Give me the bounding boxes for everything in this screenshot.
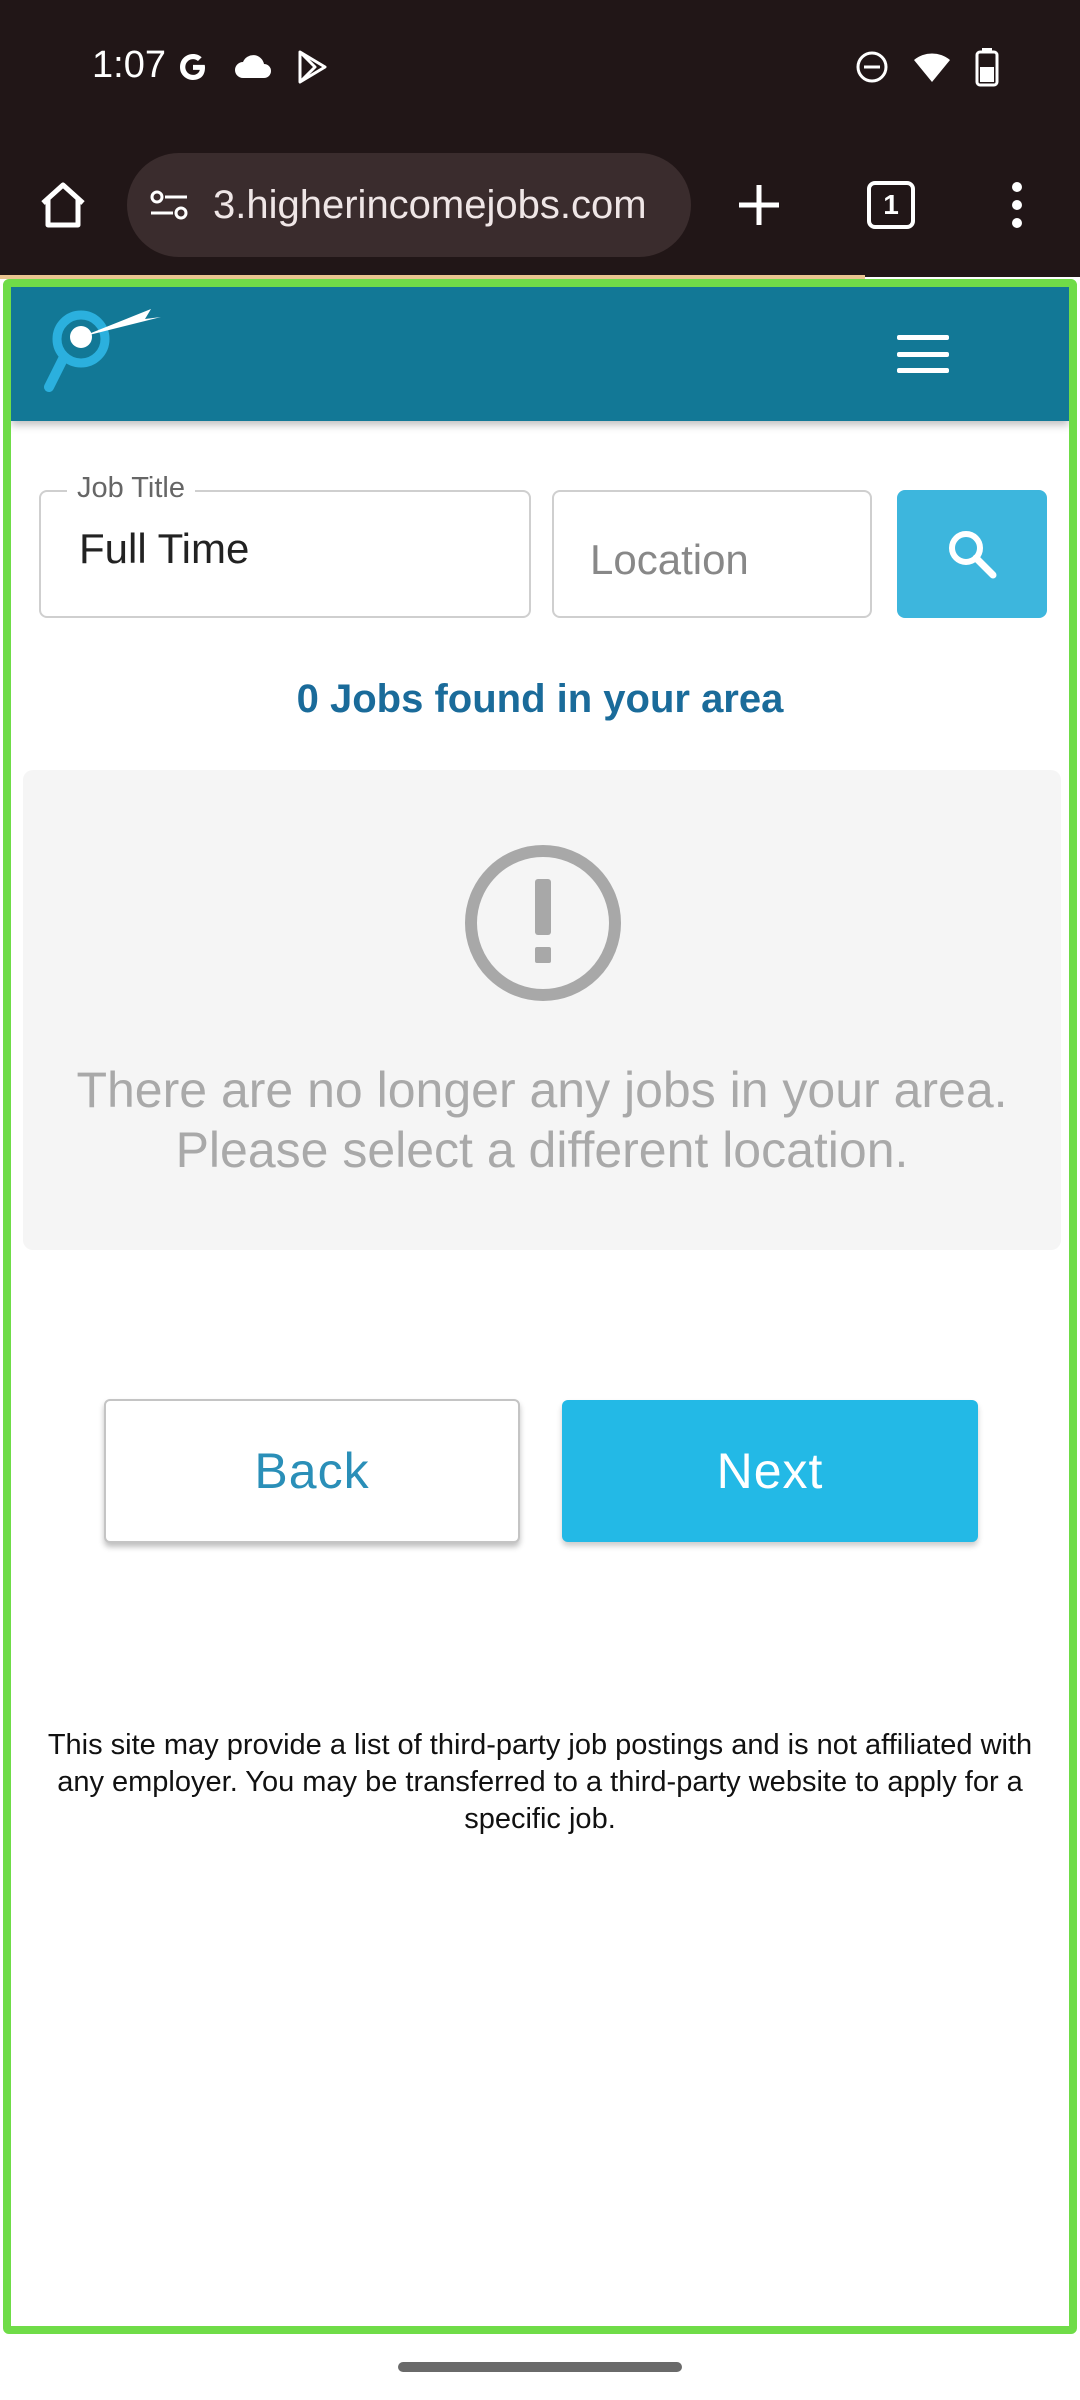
tab-count-icon: 1 [867, 181, 915, 229]
magnifier-logo-icon [44, 309, 161, 392]
job-title-value: Full Time [79, 525, 250, 572]
status-bar: 1:07 [0, 0, 1080, 135]
site-logo[interactable] [41, 301, 171, 406]
home-icon [41, 182, 85, 228]
back-button[interactable]: Back [104, 1399, 520, 1543]
new-tab-button[interactable] [711, 157, 807, 253]
job-title-label: Job Title [67, 472, 195, 505]
location-field[interactable]: Location [552, 490, 872, 618]
google-icon [180, 54, 205, 80]
hamburger-line [897, 351, 949, 357]
job-title-field[interactable]: Job Title Full Time [39, 472, 531, 618]
battery-icon [975, 48, 999, 87]
web-content: Job Title Full Time Location 0 Jobs foun… [3, 279, 1077, 2334]
plus-icon [739, 185, 779, 225]
gesture-home-indicator[interactable] [398, 2362, 682, 2372]
jobs-found-count: 0 Jobs found in your area [296, 677, 784, 721]
more-vert-icon [1012, 182, 1022, 228]
search-icon [949, 531, 997, 579]
next-button[interactable]: Next [562, 1400, 978, 1542]
tab-count: 1 [883, 189, 899, 220]
address-bar[interactable]: 3.higherincomejobs.com [127, 153, 691, 257]
status-time: 1:07 [92, 44, 166, 86]
cloud-icon [235, 55, 271, 78]
search-button[interactable] [897, 490, 1047, 618]
site-settings-icon [150, 190, 188, 220]
alert-icon [465, 845, 621, 1001]
site-header [11, 287, 1069, 421]
home-button[interactable] [15, 157, 111, 253]
tab-switcher-button[interactable]: 1 [843, 157, 939, 253]
status-right-icons [854, 44, 1000, 90]
menu-button[interactable] [969, 157, 1065, 253]
location-placeholder: Location [590, 536, 749, 583]
do-not-disturb-icon [856, 51, 888, 83]
hamburger-line [897, 368, 949, 373]
hamburger-menu-button[interactable] [893, 329, 953, 379]
hamburger-line [897, 335, 949, 340]
empty-results-panel: There are no longer any jobs in your are… [23, 770, 1061, 1250]
browser-toolbar: 3.higherincomejobs.com 1 [0, 135, 1080, 279]
empty-results-message: There are no longer any jobs in your are… [76, 1062, 1008, 1178]
wifi-icon [914, 53, 950, 82]
status-left-icons [175, 44, 329, 90]
play-store-icon [298, 50, 327, 84]
url-text: 3.higherincomejobs.com [213, 182, 647, 227]
disclaimer-text: This site may provide a list of third-pa… [47, 1729, 1033, 1835]
